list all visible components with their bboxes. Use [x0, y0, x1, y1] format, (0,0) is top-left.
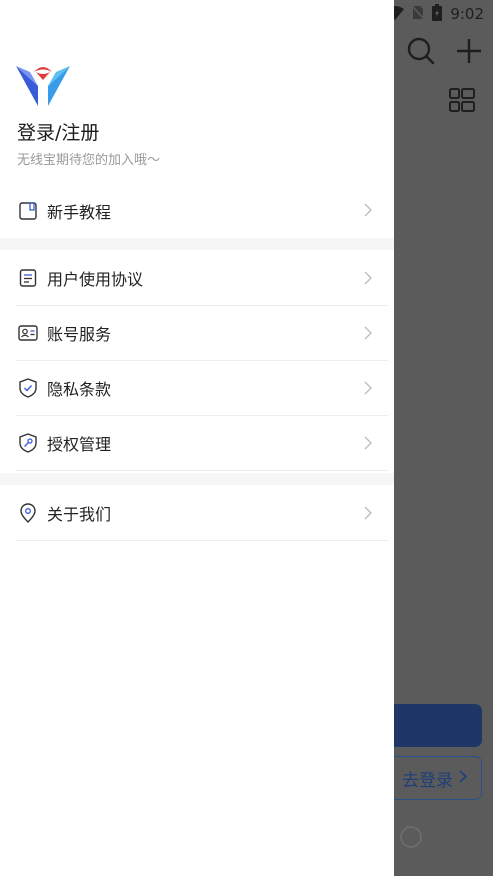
side-drawer: 登录/注册 无线宝期待您的加入哦～ 新手教程 用户使用协议 账号服务 隐私条款 …: [0, 0, 394, 876]
document-icon: [17, 267, 39, 289]
no-sim-icon: [411, 4, 425, 24]
login-subtitle: 无线宝期待您的加入哦～: [17, 153, 161, 168]
login-register-link[interactable]: 登录/注册: [17, 118, 99, 145]
tutorial-icon: [17, 200, 39, 222]
layout-grid-icon[interactable]: [448, 86, 478, 116]
go-login-button[interactable]: 去登录: [380, 756, 482, 800]
menu-label: 隐私条款: [47, 380, 112, 399]
battery-icon: [432, 3, 443, 25]
menu-group-legal: 用户使用协议 账号服务 隐私条款 授权管理: [0, 251, 394, 471]
menu-item-about-us[interactable]: 关于我们: [16, 486, 388, 541]
menu-label: 授权管理: [47, 435, 112, 454]
menu-item-tutorial[interactable]: 新手教程: [16, 183, 388, 238]
chevron-right-icon: [459, 768, 468, 788]
add-icon[interactable]: [452, 34, 486, 68]
app-logo: [16, 62, 70, 108]
chevron-right-icon: [364, 203, 372, 217]
menu-item-authorization[interactable]: 授权管理: [16, 416, 388, 471]
chevron-right-icon: [364, 381, 372, 395]
search-icon[interactable]: [404, 34, 438, 68]
menu-label: 关于我们: [47, 505, 112, 524]
go-login-label: 去登录: [402, 770, 453, 791]
location-pin-icon: [17, 502, 39, 524]
chevron-right-icon: [364, 436, 372, 450]
status-time: 9:02: [450, 5, 484, 23]
shield-check-icon: [17, 377, 39, 399]
menu-label: 账号服务: [47, 325, 112, 344]
shield-key-icon: [17, 432, 39, 454]
section-divider: [0, 238, 394, 250]
chevron-right-icon: [364, 271, 372, 285]
chevron-right-icon: [364, 326, 372, 340]
menu-item-account-service[interactable]: 账号服务: [16, 306, 388, 361]
menu-label: 新手教程: [47, 202, 112, 222]
menu-label: 用户使用协议: [47, 270, 144, 289]
bottom-nav-icon[interactable]: [400, 826, 422, 848]
menu-item-privacy[interactable]: 隐私条款: [16, 361, 388, 416]
primary-action-button[interactable]: [380, 704, 482, 747]
menu-group-tutorial: 新手教程: [0, 183, 394, 238]
section-divider: [0, 473, 394, 485]
id-card-icon: [17, 322, 39, 344]
menu-group-about: 关于我们: [0, 486, 394, 541]
chevron-right-icon: [364, 506, 372, 520]
menu-item-user-agreement[interactable]: 用户使用协议: [16, 251, 388, 306]
